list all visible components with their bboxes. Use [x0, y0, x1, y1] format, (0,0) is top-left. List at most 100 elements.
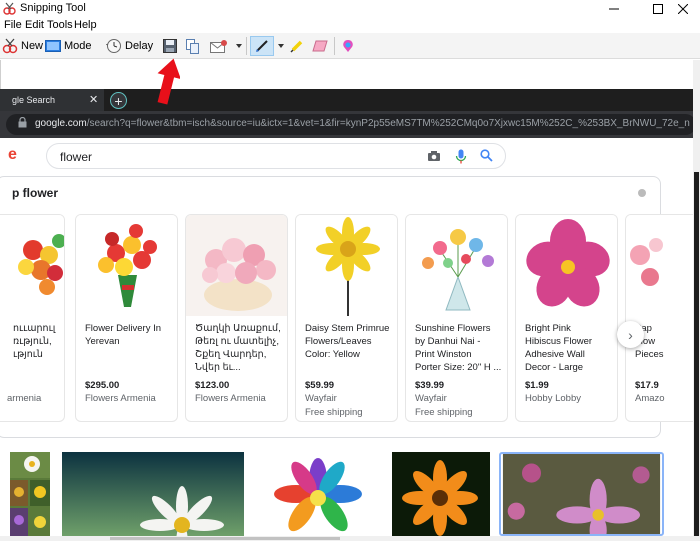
product-price: $1.99: [525, 380, 549, 391]
product-image-watercolor-print: [406, 215, 507, 316]
mode-button[interactable]: Mode: [45, 36, 112, 56]
copy-icon: [186, 38, 199, 54]
menu-tools[interactable]: Tools: [47, 19, 73, 31]
image-thumb-daisies-grid[interactable]: [10, 452, 50, 536]
save-snip-button[interactable]: [163, 36, 177, 56]
search-box[interactable]: flower: [46, 143, 506, 169]
tab-close-icon[interactable]: ✕: [89, 93, 98, 106]
product-image-rose-box: [186, 215, 287, 316]
paint3d-button[interactable]: [341, 36, 355, 56]
delay-button[interactable]: Delay: [106, 36, 170, 56]
send-snip-button[interactable]: [210, 36, 242, 56]
product-price: $295.00: [85, 380, 120, 391]
product-price: $59.99: [305, 380, 335, 391]
pen-dropdown-arrow-icon[interactable]: [278, 44, 284, 48]
shopping-title: p flower: [12, 186, 59, 200]
new-snip-icon: [2, 38, 18, 54]
browser-tab-strip: gle Search ✕ +: [0, 89, 693, 111]
highlighter-icon: [290, 40, 303, 53]
camera-icon[interactable]: [427, 149, 441, 163]
menu-edit[interactable]: Edit: [25, 19, 44, 31]
product-shipping: Free shipping: [415, 407, 473, 418]
url-text[interactable]: google.com/search?q=flower&tbm=isch&sour…: [35, 118, 690, 129]
lock-icon: [18, 117, 27, 128]
send-dropdown-arrow-icon[interactable]: [236, 44, 242, 48]
pen-button[interactable]: [250, 36, 274, 56]
url-path: /search?q=flower&tbm=isch&source=iu&ictx…: [86, 118, 690, 129]
product-store: Wayfair: [415, 393, 447, 404]
search-query: flower: [60, 150, 93, 164]
copy-button[interactable]: [186, 36, 200, 56]
product-shipping: Free shipping: [305, 407, 363, 418]
image-rainbow-flower[interactable]: [258, 452, 378, 536]
info-icon[interactable]: [638, 189, 646, 197]
product-card[interactable]: Flower Delivery In Yerevan $295.00 Flowe…: [75, 214, 178, 422]
product-store: Amazo: [635, 393, 665, 404]
product-price: $123.00: [195, 380, 230, 391]
url-host: google.com: [35, 118, 87, 129]
product-card[interactable]: Sunshine Flowers by Danhui Nai - Print W…: [405, 214, 508, 422]
product-store: Hobby Lobby: [525, 393, 581, 404]
product-card[interactable]: Pap Flow Pieces $17.9 Amazo: [625, 214, 693, 422]
image-orange-flower[interactable]: [392, 452, 490, 536]
product-name: ոււարուլ ռւթյուն, ւթյուն: [13, 323, 56, 360]
toolbar: New Mode Delay: [0, 33, 700, 59]
product-name: Daisy Stem Primrue Flowers/Leaves Color:…: [305, 323, 390, 360]
menu-help[interactable]: Help: [74, 19, 97, 31]
product-image-yellow-daisy: [296, 215, 397, 316]
eraser-button[interactable]: [312, 36, 328, 56]
product-image-paper-flowers: [626, 215, 693, 316]
image-white-daisy[interactable]: [62, 452, 244, 536]
google-logo-fragment[interactable]: e: [8, 146, 17, 164]
clock-icon: [107, 39, 121, 53]
new-button[interactable]: New: [2, 36, 43, 56]
image-pink-cosmos[interactable]: [499, 452, 664, 536]
product-name: Sunshine Flowers by Danhui Nai - Print W…: [415, 323, 502, 373]
horizontal-scrollbar[interactable]: [0, 536, 700, 541]
menu-file[interactable]: File: [4, 19, 22, 31]
horizontal-scroll-thumb[interactable]: [110, 537, 340, 540]
product-image-bouquet-mixed: [0, 215, 64, 316]
delay-label: Delay: [125, 40, 154, 52]
minimize-button[interactable]: [597, 0, 631, 17]
close-button[interactable]: [666, 0, 700, 17]
tab-title: gle Search: [12, 95, 56, 105]
product-name: Pap Flow Pieces: [635, 323, 664, 360]
product-store: Flowers Armenia: [195, 393, 266, 404]
title-bar: Snipping Tool: [0, 0, 700, 17]
vertical-scrollbar[interactable]: [693, 60, 700, 536]
mode-icon: [45, 40, 61, 52]
mode-label: Mode: [64, 40, 92, 52]
product-store: Wayfair: [305, 393, 337, 404]
maximize-icon: [653, 3, 663, 14]
google-results-page: e flower p flower ոււարուլ ռւթյուն, ւթյո…: [0, 138, 693, 536]
product-price: $39.99: [415, 380, 445, 391]
vertical-scroll-thumb[interactable]: [694, 172, 699, 536]
toolbar-separator-2: [334, 37, 335, 55]
product-store: Flowers Armenia: [85, 393, 156, 404]
pen-icon: [256, 40, 268, 52]
product-price: $17.9: [635, 380, 659, 391]
product-image-pink-hibiscus: [516, 215, 617, 316]
toolbar-separator: [246, 37, 247, 55]
close-icon: [678, 3, 688, 14]
product-card[interactable]: Bright Pink Hibiscus Flower Adhesive Wal…: [515, 214, 618, 422]
menu-bar: File Edit Tools Help: [0, 17, 700, 33]
minimize-icon: [609, 8, 619, 9]
highlighter-button[interactable]: [290, 36, 304, 56]
product-card[interactable]: Daisy Stem Primrue Flowers/Leaves Color:…: [295, 214, 398, 422]
product-card[interactable]: ոււարուլ ռւթյուն, ւթյուն armenia: [0, 214, 65, 422]
carousel-next-button[interactable]: ›: [617, 321, 644, 348]
new-label: New: [21, 40, 44, 52]
microphone-icon[interactable]: [455, 149, 467, 164]
product-card[interactable]: Ծաղկի Առաքում, Թեռլ ու մատելիչ, Շքեղ Վար…: [185, 214, 288, 422]
pen-dropdown[interactable]: [278, 36, 284, 56]
browser-tab-google-search[interactable]: gle Search ✕: [0, 89, 104, 111]
new-tab-button[interactable]: +: [110, 92, 127, 109]
save-icon: [163, 39, 177, 53]
product-name: Flower Delivery In Yerevan: [85, 323, 162, 347]
red-arrow-annotation-icon: [157, 58, 180, 105]
window-title: Snipping Tool: [20, 2, 86, 14]
search-icon[interactable]: [480, 149, 493, 162]
product-name: Ծաղկի Առաքում, Թեռլ ու մատելիչ, Շքեղ Վար…: [195, 323, 281, 373]
